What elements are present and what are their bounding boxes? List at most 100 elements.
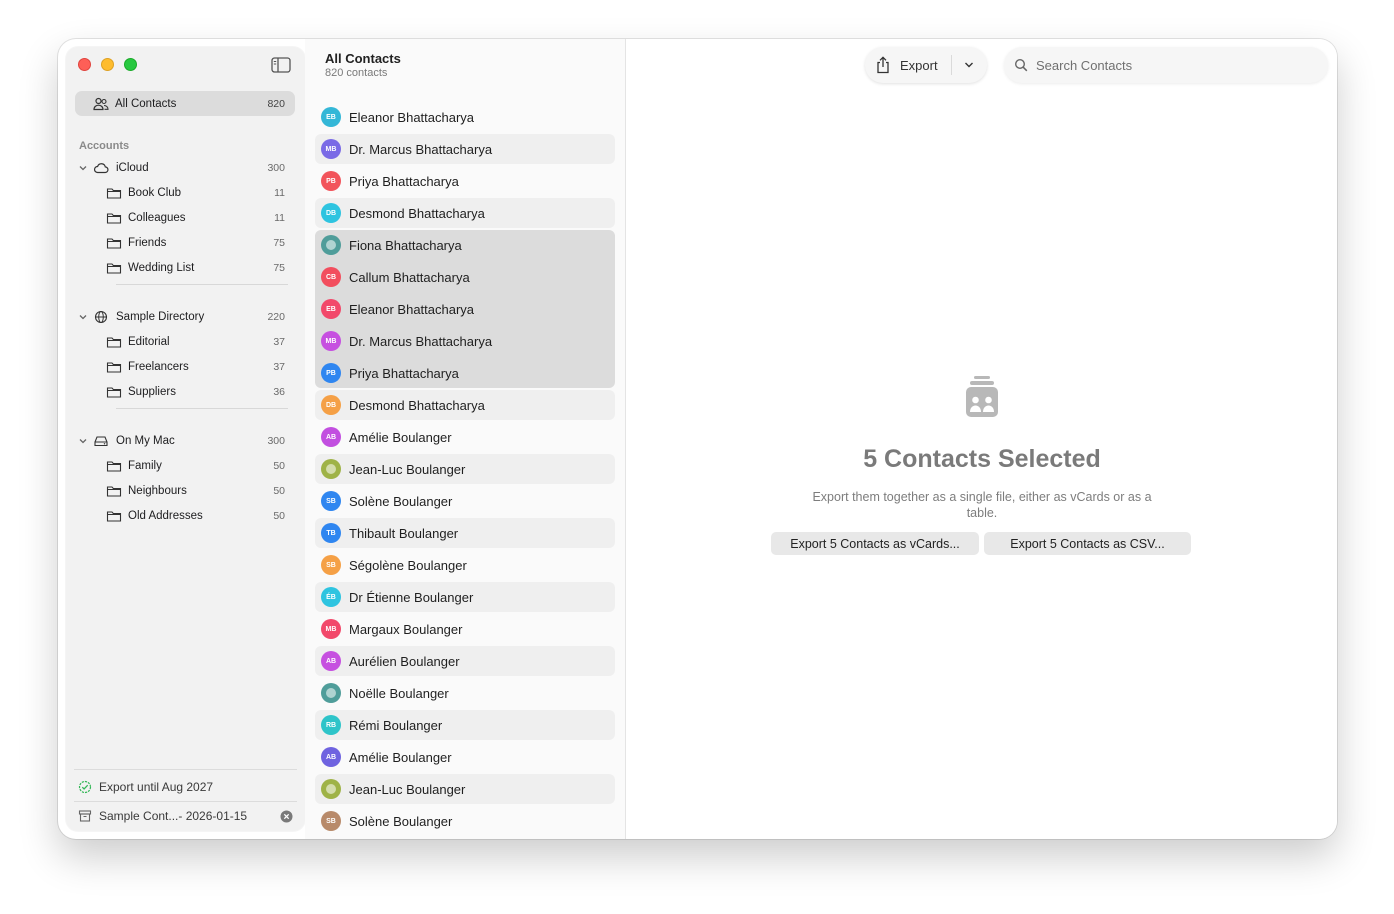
export-vcards-button[interactable]: Export 5 Contacts as vCards... [771,532,979,555]
contact-name: Jean-Luc Boulanger [349,781,466,797]
folder-icon [106,387,122,398]
sidebar: All Contacts 820 Accounts iCloud 300 Boo… [66,47,305,831]
chevron-down-icon[interactable] [78,436,88,446]
export-csv-button[interactable]: Export 5 Contacts as CSV... [984,532,1191,555]
contact-row[interactable]: Fiona Bhattacharya [315,230,615,260]
sidebar-item-freelancers[interactable]: Freelancers 37 [75,356,295,378]
selection-title: 5 Contacts Selected [863,445,1101,473]
footer-divider [74,769,297,770]
export-label: Export [900,58,938,73]
contact-row[interactable]: RB Rémi Boulanger [315,710,615,740]
contact-row[interactable]: MB Dr. Marcus Bhattacharya [315,134,615,164]
contact-row[interactable]: DB Desmond Bhattacharya [315,198,615,228]
chevron-down-icon[interactable] [78,163,88,173]
sidebar-item-label: Family [128,460,162,472]
close-window-button[interactable] [78,58,91,71]
chevron-down-icon[interactable] [963,60,975,70]
sidebar-item-family[interactable]: Family 50 [75,455,295,477]
sidebar-item-editorial[interactable]: Editorial 37 [75,331,295,353]
contact-row[interactable]: DB Desmond Bhattacharya [315,390,615,420]
contact-avatar: MB [321,139,341,159]
sidebar-item-suppliers[interactable]: Suppliers 36 [75,381,295,403]
sidebar-item-label: Book Club [128,187,182,199]
sidebar-group-sample-directory[interactable]: Sample Directory 220 [75,306,295,328]
sidebar-item-neighbours[interactable]: Neighbours 50 [75,480,295,502]
contact-row[interactable]: EB Eleanor Bhattacharya [315,102,615,132]
folder-icon [106,213,122,224]
chevron-down-icon[interactable] [78,312,88,322]
contact-photo [321,779,341,799]
search-input[interactable] [1036,55,1306,75]
sidebar-item-label: Suppliers [128,386,176,398]
share-icon [877,56,889,74]
contact-avatar: AB [321,427,341,447]
sidebar-item-label: Editorial [128,336,170,348]
contact-row[interactable]: PB Priya Bhattacharya [315,358,615,388]
sidebar-item-colleagues[interactable]: Colleagues 11 [75,207,295,229]
folder-icon [106,238,122,249]
sidebar-divider [116,408,288,409]
sidebar-item-count: 300 [267,435,285,447]
sidebar-toggle-icon[interactable] [271,57,291,73]
contact-photo [321,235,341,255]
sidebar-item-wedding-list[interactable]: Wedding List 75 [75,257,295,279]
sidebar-item-count: 36 [273,386,285,398]
sidebar-group-on-my-mac[interactable]: On My Mac 300 [75,430,295,452]
contact-avatar: CB [321,267,341,287]
contact-row[interactable]: AB Amélie Boulanger [315,742,615,772]
contact-row[interactable]: AB Aurélien Boulanger [315,646,615,676]
contact-row[interactable]: AB Amélie Boulanger [315,422,615,452]
sidebar-item-book-club[interactable]: Book Club 11 [75,182,295,204]
checkmark-seal-icon [78,780,92,794]
sidebar-item-count: 50 [273,460,285,472]
contact-row[interactable]: MB Dr. Marcus Bhattacharya [315,326,615,356]
sidebar-item-label: iCloud [116,162,149,174]
remove-archive-icon[interactable] [280,810,293,823]
minimize-window-button[interactable] [101,58,114,71]
contact-name: Dr. Marcus Bhattacharya [349,333,493,349]
sidebar-item-count: 37 [273,361,285,373]
contact-row[interactable]: MB Margaux Boulanger [315,614,615,644]
contact-row[interactable]: ÉB Dr Étienne Boulanger [315,582,615,612]
sidebar-item-all-contacts[interactable]: All Contacts 820 [75,91,295,116]
contact-name: Eleanor Bhattacharya [349,109,475,125]
cloud-icon [94,163,109,174]
contact-row[interactable]: Noëlle Boulanger [315,678,615,708]
contact-row[interactable]: PB Priya Bhattacharya [315,166,615,196]
contact-name: Dr Étienne Boulanger [349,589,474,605]
contact-avatar: SB [321,555,341,575]
contact-row[interactable]: SB Ségolène Boulanger [315,550,615,580]
sidebar-item-old-addresses[interactable]: Old Addresses 50 [75,505,295,527]
sidebar-item-label: All Contacts [115,97,177,110]
contact-row[interactable]: EB Eleanor Bhattacharya [315,294,615,324]
sidebar-item-label: Sample Directory [116,311,205,323]
contact-row[interactable]: CB Callum Bhattacharya [315,262,615,292]
contact-row[interactable]: SB Solène Boulanger [315,486,615,516]
contact-row[interactable]: TB Thibault Boulanger [315,518,615,548]
sidebar-item-count: 50 [273,485,285,497]
contact-row[interactable]: Jean-Luc Boulanger [315,454,615,484]
contact-avatar: EB [321,107,341,127]
contact-name: Fiona Bhattacharya [349,237,462,253]
contact-avatar: MB [321,619,341,639]
contact-avatar: SB [321,811,341,831]
export-button[interactable]: Export [865,47,987,83]
sidebar-item-count: 11 [274,212,285,224]
contact-list-pane: All Contacts 820 contacts EB Eleanor Bhat… [305,39,626,839]
contact-avatar: ÉB [321,587,341,607]
sidebar-item-count: 820 [267,97,285,110]
zoom-window-button[interactable] [124,58,137,71]
contact-name: Jean-Luc Boulanger [349,461,466,477]
people-icon [93,97,109,110]
contact-row[interactable]: Jean-Luc Boulanger [315,774,615,804]
archive-row[interactable]: Sample Cont...- 2026-01-15 [74,802,305,830]
contact-avatar: PB [321,363,341,383]
contact-avatar: MB [321,331,341,351]
globe-icon [94,310,108,324]
sidebar-group-icloud[interactable]: iCloud 300 [75,157,295,179]
contact-name: Aurélien Boulanger [349,653,460,669]
sidebar-item-friends[interactable]: Friends 75 [75,232,295,254]
search-field[interactable] [1004,47,1328,83]
contact-row[interactable]: SB Solène Boulanger [315,806,615,836]
sidebar-divider [116,284,288,285]
